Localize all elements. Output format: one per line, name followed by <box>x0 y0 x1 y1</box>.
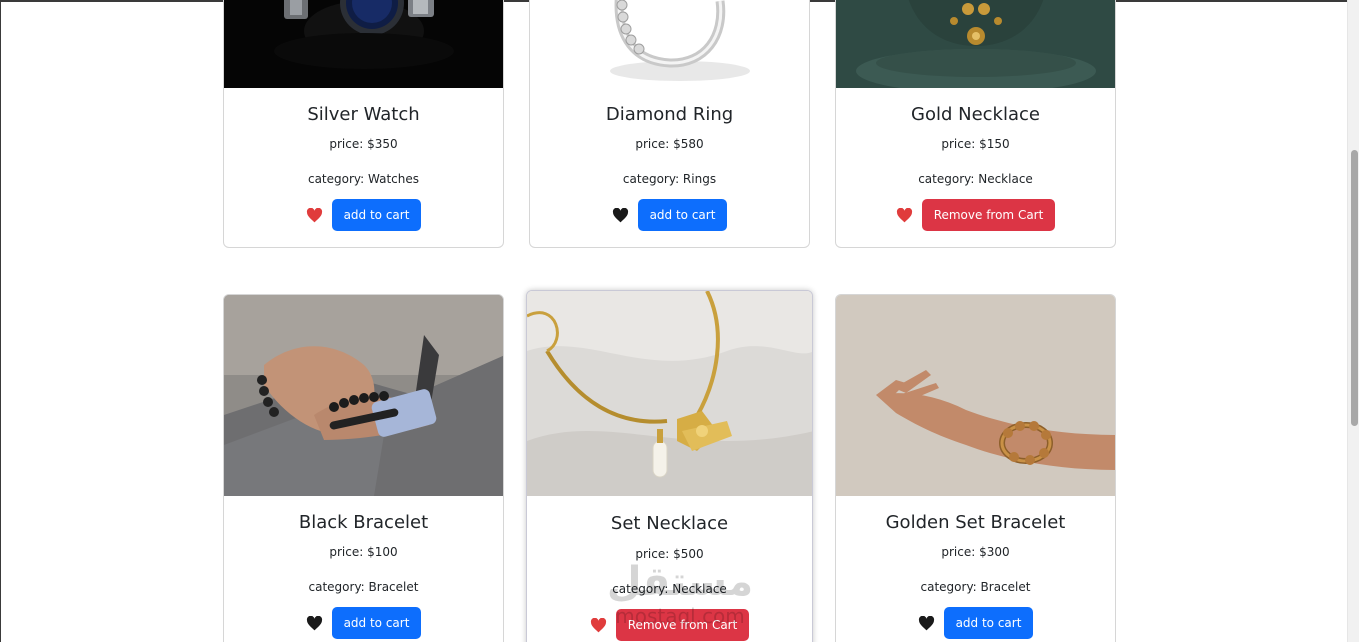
remove-from-cart-button[interactable]: Remove from Cart <box>921 199 1056 231</box>
product-category: category: Necklace <box>918 172 1033 186</box>
product-category: category: Rings <box>622 172 717 186</box>
product-title: Gold Necklace <box>911 104 1040 125</box>
heart-icon[interactable] <box>306 615 323 631</box>
product-card: Golden Set Bracelet price: $300 category… <box>835 294 1116 642</box>
vertical-scrollbar[interactable] <box>1347 0 1359 642</box>
scrollbar-thumb[interactable] <box>1351 150 1358 426</box>
product-card: Gold Necklace price: $150 category: Neck… <box>835 0 1116 248</box>
product-price: price: $300 <box>941 545 1010 559</box>
add-to-cart-button[interactable]: add to cart <box>637 199 728 231</box>
product-image-silver-watch[interactable] <box>224 0 503 88</box>
product-image-gold-necklace[interactable] <box>836 0 1115 88</box>
window-left-border <box>0 0 1 642</box>
product-title: Silver Watch <box>307 104 420 125</box>
remove-from-cart-button[interactable]: Remove from Cart <box>615 609 750 641</box>
product-price: price: $150 <box>941 137 1010 151</box>
product-category: category: Bracelet <box>308 580 419 594</box>
heart-icon[interactable] <box>918 615 935 631</box>
product-price: price: $580 <box>635 137 704 151</box>
product-title: Black Bracelet <box>298 512 429 533</box>
product-image-golden-set-bracelet[interactable] <box>836 295 1115 496</box>
heart-icon[interactable] <box>306 207 323 223</box>
product-price: price: $500 <box>635 547 704 561</box>
heart-icon[interactable] <box>590 617 607 633</box>
product-price: price: $100 <box>329 545 398 559</box>
product-image-set-necklace[interactable] <box>527 291 812 496</box>
product-title: Golden Set Bracelet <box>885 512 1066 533</box>
product-card: Silver Watch price: $350 category: Watch… <box>223 0 504 248</box>
add-to-cart-button[interactable]: add to cart <box>943 607 1034 639</box>
product-category: category: Necklace <box>612 582 727 596</box>
product-category: category: Bracelet <box>920 580 1031 594</box>
add-to-cart-button[interactable]: add to cart <box>331 199 422 231</box>
product-image-diamond-ring[interactable] <box>530 0 809 88</box>
product-title: Diamond Ring <box>605 104 734 125</box>
heart-icon[interactable] <box>612 207 629 223</box>
product-card: Black Bracelet price: $100 category: Bra… <box>223 294 504 642</box>
product-card: Set Necklace price: $500 category: Neckl… <box>526 290 813 642</box>
product-title: Set Necklace <box>610 513 729 534</box>
product-price: price: $350 <box>329 137 398 151</box>
heart-icon[interactable] <box>896 207 913 223</box>
product-image-black-bracelet[interactable] <box>224 295 503 496</box>
product-category: category: Watches <box>307 172 419 186</box>
add-to-cart-button[interactable]: add to cart <box>331 607 422 639</box>
product-card: Diamond Ring price: $580 category: Rings… <box>529 0 810 248</box>
